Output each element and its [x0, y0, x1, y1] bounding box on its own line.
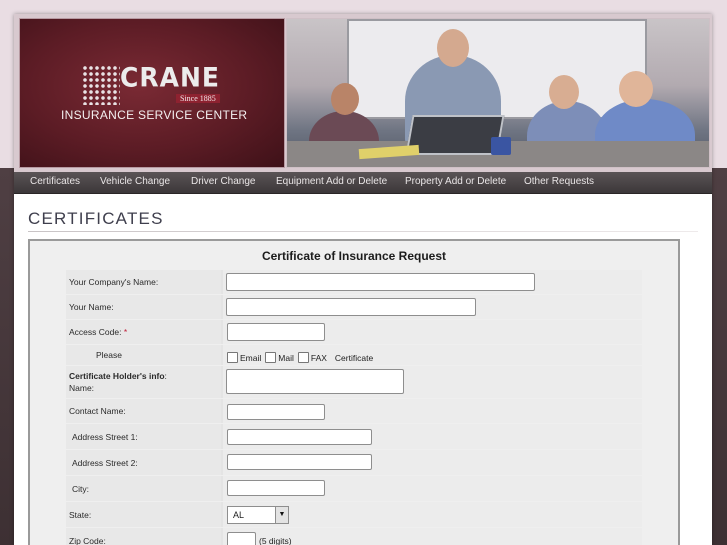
street-2-input[interactable]	[227, 454, 372, 470]
mail-checkbox[interactable]	[265, 352, 277, 364]
nav-item-certificates[interactable]: Certificates	[30, 176, 80, 187]
contact-name-input[interactable]	[227, 404, 325, 420]
header-photo	[286, 18, 710, 168]
logo-panel: CRANE Since 1885 INSURANCE SERVICE CENTE…	[19, 18, 285, 168]
row-holder-name: Certificate Holder's info: Name:	[66, 366, 642, 398]
state-label: State:	[66, 502, 221, 527]
brand-tagline: INSURANCE SERVICE CENTER	[61, 108, 248, 122]
street-1-label: Address Street 1:	[66, 424, 221, 449]
row-street-2: Address Street 2:	[66, 450, 642, 475]
state-selected-value: AL	[233, 510, 245, 520]
holder-label-name: Name:	[69, 383, 95, 393]
row-state: State: AL ▼	[66, 502, 642, 527]
city-input[interactable]	[227, 480, 325, 496]
person-head	[619, 71, 653, 107]
row-delivery: Please Email Mail FAX Certificate	[66, 345, 642, 365]
company-name-input[interactable]	[226, 273, 535, 291]
zip-label: Zip Code:	[66, 528, 221, 545]
nav-item-other-requests[interactable]: Other Requests	[524, 176, 594, 187]
row-your-name: Your Name:	[66, 295, 642, 319]
person-head	[331, 83, 359, 115]
laptop	[405, 115, 505, 155]
fax-checkbox-label: FAX	[310, 352, 327, 363]
row-zip: Zip Code: (5 digits)	[66, 528, 642, 545]
page-container: CRANE Since 1885 INSURANCE SERVICE CENTE…	[14, 14, 712, 545]
nav-item-property[interactable]: Property Add or Delete	[405, 176, 506, 187]
holder-label-bold: Certificate Holder's info	[69, 371, 165, 381]
person-head	[437, 29, 469, 67]
certificate-form: Certificate of Insurance Request Your Co…	[28, 239, 680, 545]
person-head	[549, 75, 579, 109]
row-company-name: Your Company's Name:	[66, 270, 642, 294]
row-contact: Contact Name:	[66, 399, 642, 423]
brand-name: CRANE	[120, 62, 220, 93]
access-code-input[interactable]	[227, 323, 325, 341]
your-name-input[interactable]	[226, 298, 476, 316]
chevron-down-icon[interactable]: ▼	[275, 507, 288, 523]
row-city: City:	[66, 476, 642, 501]
access-code-label: Access Code:	[69, 327, 122, 337]
form-title: Certificate of Insurance Request	[261, 249, 447, 263]
street-1-input[interactable]	[227, 429, 372, 445]
company-name-label: Your Company's Name:	[66, 270, 221, 294]
row-access-code: Access Code: *	[66, 320, 642, 344]
zip-hint: (5 digits)	[259, 536, 292, 545]
holder-label-cell: Certificate Holder's info: Name:	[66, 366, 221, 398]
crane-logo-icon	[82, 65, 120, 105]
main-nav: Certificates Vehicle Change Driver Chang…	[14, 172, 712, 194]
required-marker: *	[123, 327, 128, 337]
delivery-suffix: Certificate	[334, 352, 374, 363]
access-code-label-cell: Access Code: *	[66, 320, 221, 344]
mug	[491, 137, 511, 155]
page-title: CERTIFICATES	[28, 209, 164, 228]
email-checkbox-label: Email	[240, 352, 262, 363]
holder-name-input[interactable]	[226, 369, 404, 394]
nav-item-equipment[interactable]: Equipment Add or Delete	[276, 176, 387, 187]
street-2-label: Address Street 2:	[66, 450, 221, 475]
brand-since: Since 1885	[176, 94, 220, 103]
holder-label-colon: :	[164, 371, 167, 381]
nav-item-driver-change[interactable]: Driver Change	[191, 176, 255, 187]
your-name-label: Your Name:	[66, 295, 221, 319]
contact-name-label: Contact Name:	[66, 399, 221, 423]
zip-input[interactable]	[227, 532, 256, 545]
fax-checkbox[interactable]	[297, 352, 309, 364]
row-street-1: Address Street 1:	[66, 424, 642, 449]
email-checkbox[interactable]	[227, 352, 238, 364]
nav-item-vehicle-change[interactable]: Vehicle Change	[100, 176, 170, 187]
title-divider	[28, 231, 698, 232]
please-label: Please	[66, 345, 221, 365]
header: CRANE Since 1885 INSURANCE SERVICE CENTE…	[14, 14, 712, 172]
state-select[interactable]: AL ▼	[227, 506, 289, 524]
city-label: City:	[66, 476, 221, 501]
mail-checkbox-label: Mail	[278, 352, 294, 363]
